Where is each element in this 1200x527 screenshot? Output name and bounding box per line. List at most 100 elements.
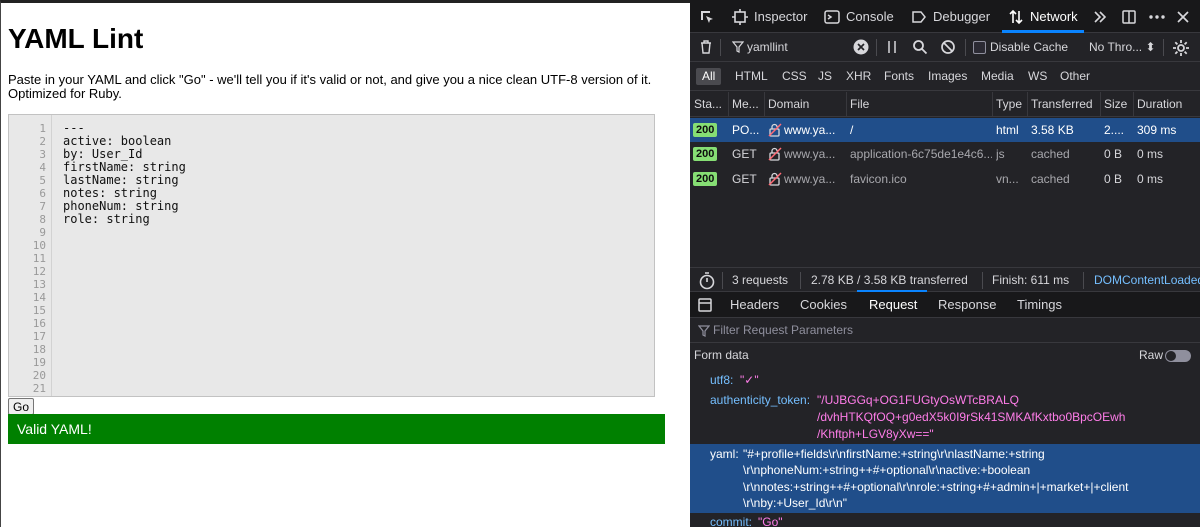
disable-cache-checkbox[interactable] xyxy=(973,41,986,54)
filter-urls-input[interactable]: yamllint xyxy=(747,33,788,62)
request-detail-tabs: Headers Cookies Request Response Timings xyxy=(690,292,1200,318)
throttling-select[interactable]: No Thro... ⬍ xyxy=(1089,33,1156,62)
request-transferred: cached xyxy=(1031,172,1070,186)
clear-filter-icon[interactable] xyxy=(853,39,869,55)
raw-toggle-knob xyxy=(1166,351,1176,361)
block-icon[interactable] xyxy=(940,39,956,55)
devtools-panel: Inspector Console Debugger Network yamll… xyxy=(690,0,1200,527)
request-duration: 0 ms xyxy=(1137,147,1164,161)
filter-icon xyxy=(732,41,744,53)
param-commit[interactable]: commit: "Go" xyxy=(690,514,1200,527)
column-header-type[interactable]: Type xyxy=(996,92,1028,117)
request-file: favicon.ico xyxy=(850,172,907,186)
param-utf8[interactable]: utf8: "✓" xyxy=(690,372,1200,388)
param-value-line: /dvhHTKQfOQ+g0edX5k0I9rSk41SMKAfKxtbo0Bp… xyxy=(817,410,1126,424)
line-number: 4 xyxy=(39,161,46,174)
filter-params-placeholder: Filter Request Parameters xyxy=(713,323,854,337)
param-value-line: \r\nby:+User_Id\r\n" xyxy=(743,496,847,510)
validation-result: Valid YAML! xyxy=(8,414,665,444)
type-filter-all[interactable]: All xyxy=(696,68,722,85)
column-header-duration[interactable]: Duration xyxy=(1137,92,1197,117)
close-icon[interactable] xyxy=(1175,9,1191,25)
line-number: 19 xyxy=(32,356,46,369)
options-menu-icon[interactable] xyxy=(1148,9,1166,25)
status-badge: 200 xyxy=(693,172,718,186)
request-type: vn... xyxy=(996,172,1019,186)
line-number: 3 xyxy=(39,148,46,161)
request-type: html xyxy=(996,123,1019,137)
pause-icon[interactable] xyxy=(886,40,898,54)
type-filter-ws[interactable]: WS xyxy=(1028,62,1047,91)
raw-toggle[interactable] xyxy=(1165,350,1191,362)
dock-side-icon[interactable] xyxy=(1121,9,1137,25)
type-filter-fonts[interactable]: Fonts xyxy=(884,62,914,91)
line-number: 10 xyxy=(32,239,46,252)
line-number: 13 xyxy=(32,278,46,291)
column-header-status[interactable]: Sta... xyxy=(694,92,728,117)
request-type-filters: All HTML CSS JS XHR Fonts Images Media WS Other xyxy=(690,62,1200,91)
detail-tab-request[interactable]: Request xyxy=(869,292,917,318)
type-filter-images[interactable]: Images xyxy=(928,62,967,91)
type-filter-media[interactable]: Media xyxy=(981,62,1014,91)
yaml-editor[interactable]: 1 2 3 4 5 6 7 8 9 10 11 12 13 14 15 16 17 18 19 20 21 --- act… xyxy=(8,114,655,397)
request-param-filter[interactable]: Filter Request Parameters xyxy=(690,318,1200,343)
request-file: application-6c75de1e4c6... xyxy=(850,147,992,161)
insecure-lock-icon xyxy=(768,172,782,186)
inspector-icon xyxy=(732,9,748,25)
request-duration: 309 ms xyxy=(1137,123,1177,137)
column-header-file[interactable]: File xyxy=(850,92,992,117)
param-value: "Go" xyxy=(758,515,783,527)
request-table-header: Sta... Me... Domain File Type Transferred Size… xyxy=(690,92,1200,117)
yaml-code[interactable]: --- active: boolean by: User_Id firstName: … xyxy=(63,122,186,226)
request-transferred: 3.58 KB xyxy=(1031,123,1074,137)
type-filter-xhr[interactable]: XHR xyxy=(846,62,871,91)
line-number: 18 xyxy=(32,343,46,356)
param-yaml[interactable]: yaml: "#+profile+fields\r\nfirstName:+st… xyxy=(690,444,1200,513)
go-button[interactable]: Go xyxy=(8,398,35,415)
gear-icon[interactable] xyxy=(1172,39,1190,57)
type-filter-js[interactable]: JS xyxy=(818,62,832,91)
webpage: YAML Lint Paste in your YAML and click "… xyxy=(0,0,690,527)
line-number: 11 xyxy=(32,252,46,265)
line-number-gutter: 1 2 3 4 5 6 7 8 9 10 11 12 13 14 15 16 17 18 19 20 21 xyxy=(9,122,49,395)
request-row[interactable]: 200 GET www.ya... application-6c75de1e4c6..… xyxy=(690,142,1200,166)
detail-tab-response[interactable]: Response xyxy=(938,292,997,318)
type-filter-other[interactable]: Other xyxy=(1060,62,1090,91)
more-tabs-chevron-icon[interactable] xyxy=(1092,9,1108,25)
filter-icon xyxy=(698,325,710,337)
param-value-line: \r\nnotes:+string++#+optional\r\nrole:+s… xyxy=(743,480,1129,494)
line-number: 8 xyxy=(39,213,46,226)
devtools-tab-bar: Inspector Console Debugger Network xyxy=(690,0,1200,33)
form-data-label: Form data xyxy=(694,348,749,362)
element-picker-icon[interactable] xyxy=(699,9,715,25)
type-filter-html[interactable]: HTML xyxy=(735,62,768,91)
request-size: 0 B xyxy=(1104,147,1123,161)
column-header-size[interactable]: Size xyxy=(1104,92,1134,117)
insecure-lock-icon xyxy=(768,147,782,161)
form-data-header: Form data Raw xyxy=(690,343,1200,368)
column-header-method[interactable]: Me... xyxy=(732,92,764,117)
performance-clock-icon[interactable] xyxy=(698,272,716,290)
param-authenticity-token[interactable]: authenticity_token: "/UJBGGq+OG1FUGtyOsW… xyxy=(690,392,1200,442)
request-row[interactable]: 200 GET www.ya... favicon.ico vn... cached 0 B… xyxy=(690,167,1200,191)
line-number: 2 xyxy=(39,135,46,148)
line-number: 9 xyxy=(39,226,46,239)
column-header-domain[interactable]: Domain xyxy=(768,92,846,117)
request-transferred: cached xyxy=(1031,147,1070,161)
column-header-transferred[interactable]: Transferred xyxy=(1031,92,1101,117)
page-description: Paste in your YAML and click "Go" - we'l… xyxy=(8,72,652,101)
request-row[interactable]: 200 PO... www.ya... / html 3.58 KB 2.... 309 ms xyxy=(690,118,1200,142)
line-number: 5 xyxy=(39,174,46,187)
line-number: 12 xyxy=(32,265,46,278)
detail-tab-headers[interactable]: Headers xyxy=(730,292,779,318)
trash-icon[interactable] xyxy=(698,39,714,55)
request-size: 2.... xyxy=(1104,123,1125,137)
detail-tab-cookies[interactable]: Cookies xyxy=(800,292,847,318)
request-type: js xyxy=(996,147,1005,161)
search-icon[interactable] xyxy=(912,39,928,55)
active-detail-tab-indicator xyxy=(857,290,927,292)
line-number: 21 xyxy=(32,382,46,395)
type-filter-css[interactable]: CSS xyxy=(782,62,807,91)
detail-tab-timings[interactable]: Timings xyxy=(1017,292,1062,318)
toggle-sidebar-icon[interactable] xyxy=(697,297,713,313)
